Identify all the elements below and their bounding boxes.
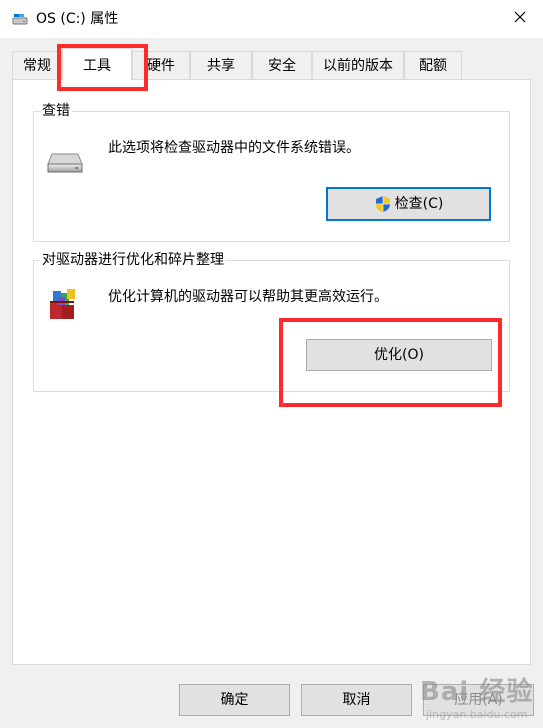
defrag-icon	[46, 287, 82, 327]
tab-security[interactable]: 安全	[252, 51, 312, 79]
cancel-button[interactable]: 取消	[301, 684, 412, 716]
tab-sharing[interactable]: 共享	[190, 51, 252, 79]
properties-dialog: OS (C:) 属性 常规 工具 硬件 共享 安全 以前的版本 配额 查错 此选…	[0, 0, 543, 728]
tools-tab-highlight	[57, 44, 148, 91]
close-button[interactable]	[497, 0, 543, 38]
title-bar: OS (C:) 属性	[0, 0, 543, 38]
hard-drive-icon	[47, 152, 83, 178]
error-check-description: 此选项将检查驱动器中的文件系统错误。	[108, 140, 360, 156]
optimize-description: 优化计算机的驱动器可以帮助其更高效运行。	[108, 289, 388, 305]
tab-general[interactable]: 常规	[12, 51, 62, 79]
watermark-url: jingyan.baidu.com	[426, 708, 528, 721]
error-check-title: 查错	[40, 102, 72, 120]
check-button-label: 检查(C)	[394, 196, 444, 212]
error-check-group: 查错 此选项将检查驱动器中的文件系统错误。 检查(C)	[33, 102, 510, 242]
uac-shield-icon	[374, 195, 392, 213]
ok-button[interactable]: 确定	[179, 684, 290, 716]
cancel-button-label: 取消	[342, 692, 371, 708]
watermark-text: Bai 经验	[420, 677, 534, 707]
ok-button-label: 确定	[220, 692, 249, 708]
drive-icon	[12, 11, 28, 27]
window-title: OS (C:) 属性	[36, 11, 119, 27]
baidu-watermark: Bai 经验 jingyan.baidu.com	[412, 676, 543, 728]
tab-previous-versions[interactable]: 以前的版本	[312, 51, 404, 79]
close-icon	[514, 11, 526, 27]
optimize-title: 对驱动器进行优化和碎片整理	[40, 251, 226, 269]
check-button[interactable]: 检查(C)	[326, 187, 491, 221]
optimize-button-highlight	[279, 318, 502, 407]
tab-quota[interactable]: 配额	[404, 51, 462, 79]
